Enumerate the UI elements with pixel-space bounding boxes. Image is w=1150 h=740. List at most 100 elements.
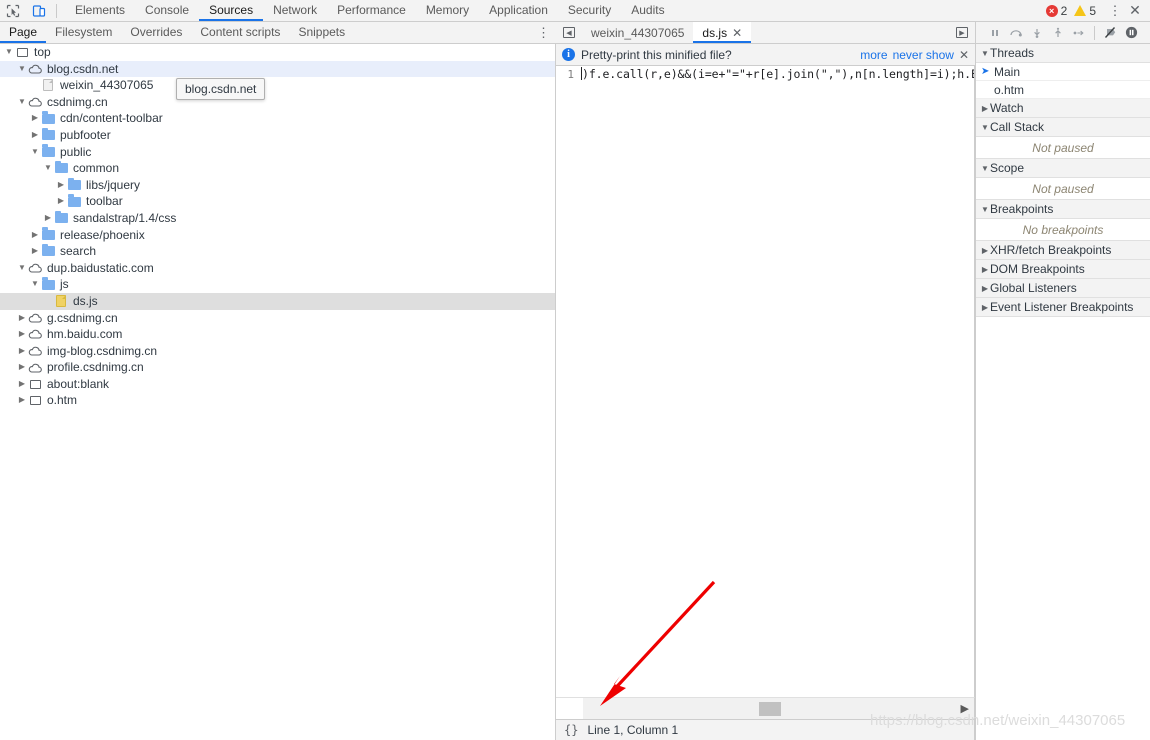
panel-tab-application[interactable]: Application bbox=[479, 0, 558, 21]
editor-tab-ds-js[interactable]: ds.js ✕ bbox=[693, 22, 752, 43]
tree-row[interactable]: ▶ about:blank bbox=[0, 376, 555, 393]
format-source-button[interactable]: {} bbox=[564, 723, 578, 737]
navigator-more-options-icon[interactable]: ⋮ bbox=[537, 25, 556, 41]
chevron-down-icon[interactable]: ▼ bbox=[30, 276, 40, 293]
tree-row[interactable]: ▼ public bbox=[0, 144, 555, 161]
panel-tab-console[interactable]: Console bbox=[135, 0, 199, 21]
tree-row[interactable]: ▶ hm.baidu.com bbox=[0, 326, 555, 343]
debugger-section-scope[interactable]: ▼ Scope bbox=[976, 159, 1150, 178]
chevron-down-icon[interactable]: ▼ bbox=[17, 260, 27, 277]
tree-row[interactable]: ▼ js bbox=[0, 276, 555, 293]
editor-tab-close-icon[interactable]: ✕ bbox=[732, 26, 742, 40]
chevron-right-icon[interactable]: ▶ bbox=[56, 193, 66, 210]
step-into-icon[interactable] bbox=[1027, 23, 1047, 43]
step-over-icon[interactable] bbox=[1006, 23, 1026, 43]
tree-row[interactable]: ▶ img-blog.csdnimg.cn bbox=[0, 343, 555, 360]
debugger-section-row[interactable]: o.htm bbox=[976, 81, 1150, 99]
tree-row[interactable]: ▼ dup.baidustatic.com bbox=[0, 260, 555, 277]
navigator-tab-page[interactable]: Page bbox=[0, 22, 46, 43]
tree-row[interactable]: ▼ csdnimg.cn bbox=[0, 94, 555, 111]
tree-row[interactable]: ▶ pubfooter bbox=[0, 127, 555, 144]
tree-row[interactable]: ▶ release/phoenix bbox=[0, 227, 555, 244]
debugger-section-event-listener-breakpoints[interactable]: ▶ Event Listener Breakpoints bbox=[976, 298, 1150, 317]
tree-row[interactable]: ▶ libs/jquery bbox=[0, 177, 555, 194]
chevron-right-icon[interactable]: ▶ bbox=[980, 246, 990, 255]
main-menu-kebab-icon[interactable]: ⋮ bbox=[1106, 3, 1124, 19]
tree-row[interactable]: ▼ blog.csdn.net bbox=[0, 60, 555, 78]
editor-tab-weixin-44307065[interactable]: weixin_44307065 bbox=[582, 22, 693, 43]
chevron-right-icon[interactable]: ▶ bbox=[980, 104, 990, 113]
debugger-section-dom-breakpoints[interactable]: ▶ DOM Breakpoints bbox=[976, 260, 1150, 279]
scroll-tabs-left-icon[interactable]: ◀ bbox=[556, 22, 582, 43]
scroll-tabs-right-icon[interactable]: ▶ bbox=[949, 22, 975, 43]
tree-row[interactable]: ▶ sandalstrap/1.4/css bbox=[0, 210, 555, 227]
step-out-icon[interactable] bbox=[1048, 23, 1068, 43]
chevron-down-icon[interactable]: ▼ bbox=[980, 123, 990, 132]
tree-row[interactable]: ▶ o.htm bbox=[0, 392, 555, 409]
step-icon[interactable] bbox=[1069, 23, 1089, 43]
chevron-down-icon[interactable]: ▼ bbox=[43, 160, 53, 177]
chevron-right-icon[interactable]: ▶ bbox=[30, 243, 40, 260]
chevron-right-icon[interactable]: ▶ bbox=[17, 326, 27, 343]
chevron-right-icon[interactable]: ▶ bbox=[56, 177, 66, 194]
chevron-down-icon[interactable]: ▼ bbox=[980, 49, 990, 58]
debugger-section-call-stack[interactable]: ▼ Call Stack bbox=[976, 118, 1150, 137]
tree-row[interactable]: ▶ toolbar bbox=[0, 193, 555, 210]
debugger-section-row[interactable]: ➤ Main bbox=[976, 63, 1150, 81]
navigator-tab-content-scripts[interactable]: Content scripts bbox=[191, 22, 289, 43]
panel-tab-memory[interactable]: Memory bbox=[416, 0, 479, 21]
chevron-right-icon[interactable]: ▶ bbox=[30, 127, 40, 144]
issues-badge-group[interactable]: × 2 5 bbox=[1045, 4, 1100, 18]
tree-row[interactable]: ▼ common bbox=[0, 160, 555, 177]
chevron-right-icon[interactable]: ▶ bbox=[980, 265, 990, 274]
chevron-right-icon[interactable]: ▶ bbox=[980, 284, 990, 293]
chevron-down-icon[interactable]: ▼ bbox=[17, 61, 27, 78]
debugger-section-watch[interactable]: ▶ Watch bbox=[976, 99, 1150, 118]
panel-tab-security[interactable]: Security bbox=[558, 0, 621, 21]
device-toolbar-icon[interactable] bbox=[26, 0, 52, 21]
chevron-down-icon[interactable]: ▼ bbox=[980, 164, 990, 173]
navigator-tab-filesystem[interactable]: Filesystem bbox=[46, 22, 121, 43]
infobar-never-show-link[interactable]: never show bbox=[893, 48, 954, 62]
panel-tab-sources[interactable]: Sources bbox=[199, 0, 263, 21]
panel-tab-performance[interactable]: Performance bbox=[327, 0, 416, 21]
tree-row[interactable]: ▶ g.csdnimg.cn bbox=[0, 310, 555, 327]
deactivate-breakpoints-icon[interactable] bbox=[1100, 23, 1120, 43]
tree-row[interactable]: ▶weixin_44307065 bbox=[0, 77, 555, 94]
chevron-down-icon[interactable]: ▼ bbox=[30, 144, 40, 161]
infobar-more-link[interactable]: more bbox=[860, 48, 887, 62]
chevron-right-icon[interactable]: ▶ bbox=[43, 210, 53, 227]
infobar-close-icon[interactable]: ✕ bbox=[959, 48, 969, 62]
line-number[interactable]: 1 bbox=[556, 68, 578, 81]
tree-row[interactable]: ▶ cdn/content-toolbar bbox=[0, 110, 555, 127]
tree-row[interactable]: ▶ds.js bbox=[0, 292, 555, 310]
chevron-right-icon[interactable]: ▶ bbox=[17, 392, 27, 409]
debugger-section-global-listeners[interactable]: ▶ Global Listeners bbox=[976, 279, 1150, 298]
code-content[interactable]: )f.e.call(r,e)&&(i=e+"="+r[e].join(","),… bbox=[578, 67, 974, 81]
panel-tab-elements[interactable]: Elements bbox=[65, 0, 135, 21]
navigator-tab-overrides[interactable]: Overrides bbox=[121, 22, 191, 43]
debugger-section-breakpoints[interactable]: ▼ Breakpoints bbox=[976, 200, 1150, 219]
resume-script-execution-icon[interactable] bbox=[985, 23, 1005, 43]
panel-tab-network[interactable]: Network bbox=[263, 0, 327, 21]
chevron-right-icon[interactable]: ▶ bbox=[30, 227, 40, 244]
chevron-down-icon[interactable]: ▼ bbox=[980, 205, 990, 214]
source-code-editor[interactable]: 1 )f.e.call(r,e)&&(i=e+"="+r[e].join(","… bbox=[556, 66, 975, 697]
navigator-file-tree[interactable]: ▼top▼blog.csdn.net▶weixin_44307065▼csdni… bbox=[0, 44, 556, 740]
editor-horizontal-scrollbar[interactable]: ▶ bbox=[556, 697, 975, 719]
chevron-right-icon[interactable]: ▶ bbox=[17, 376, 27, 393]
chevron-right-icon[interactable]: ▶ bbox=[17, 359, 27, 376]
navigator-tab-snippets[interactable]: Snippets bbox=[289, 22, 354, 43]
chevron-down-icon[interactable]: ▼ bbox=[17, 94, 27, 111]
chevron-right-icon[interactable]: ▶ bbox=[17, 343, 27, 360]
chevron-down-icon[interactable]: ▼ bbox=[4, 44, 14, 61]
inspect-element-icon[interactable] bbox=[0, 0, 26, 21]
scrollbar-thumb[interactable] bbox=[759, 702, 781, 716]
close-devtools-icon[interactable]: ✕ bbox=[1124, 2, 1146, 19]
debugger-section-threads[interactable]: ▼ Threads bbox=[976, 44, 1150, 63]
chevron-right-icon[interactable]: ▶ bbox=[17, 310, 27, 327]
tree-row[interactable]: ▶ profile.csdnimg.cn bbox=[0, 359, 555, 376]
panel-tab-audits[interactable]: Audits bbox=[621, 0, 674, 21]
tree-row[interactable]: ▼ top bbox=[0, 44, 555, 61]
debugger-section-xhr-fetch-breakpoints[interactable]: ▶ XHR/fetch Breakpoints bbox=[976, 241, 1150, 260]
